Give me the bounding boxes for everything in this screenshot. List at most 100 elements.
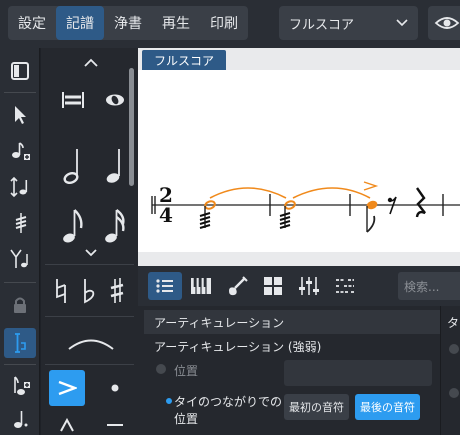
articulation-subsection-label: アーティキュレーション (強弱)	[154, 340, 322, 354]
panel-toggle-button[interactable]	[4, 56, 36, 86]
mixer-tab[interactable]	[292, 272, 326, 300]
position-field[interactable]	[284, 360, 432, 386]
secondary-toggle-1[interactable]	[449, 344, 459, 354]
palette-scrollbar[interactable]	[129, 68, 134, 186]
eye-icon	[434, 17, 460, 29]
score-tab[interactable]: フルスコア	[142, 50, 227, 70]
inspector-search-input[interactable]: 検索...	[398, 272, 460, 300]
note-add-icon	[12, 142, 30, 160]
natural-button[interactable]	[47, 270, 75, 312]
slur-icon	[68, 339, 114, 350]
cursor-arrow-icon	[15, 106, 26, 124]
inspector-toolbar: 検索...	[138, 266, 460, 306]
note-3-selected[interactable]	[363, 181, 379, 233]
accent-icon	[58, 380, 77, 396]
sharp-button[interactable]	[103, 270, 131, 312]
sequence-list-icon	[336, 279, 354, 293]
quarter-note-button[interactable]	[97, 144, 133, 188]
tab-write[interactable]: 記譜	[56, 6, 104, 40]
secondary-panel-title: タ	[447, 316, 460, 330]
dotted-note-icon	[14, 411, 28, 428]
flat-icon	[84, 279, 95, 304]
position-label: 位置	[174, 364, 199, 378]
position-toggle[interactable]	[156, 364, 166, 374]
chevron-down-icon	[85, 249, 97, 257]
tie-position-toggle[interactable]	[164, 396, 174, 406]
chevron-down-icon	[396, 19, 408, 27]
flat-button[interactable]	[75, 270, 103, 312]
eighth-note-icon	[63, 209, 83, 243]
layout-tab[interactable]	[256, 272, 290, 300]
half-note-button[interactable]	[55, 144, 91, 188]
insert-note-button[interactable]	[4, 370, 36, 400]
tie-1[interactable]	[209, 187, 287, 199]
tie-position-label: タイのつながりでの位置	[174, 395, 283, 426]
last-note-option[interactable]: 最後の音符	[355, 394, 420, 420]
secondary-inspector-panel: タ	[440, 306, 460, 435]
tie-2[interactable]	[292, 187, 371, 199]
guitar-icon	[229, 276, 248, 296]
whole-note-button[interactable]	[97, 84, 133, 116]
top-bar: 設定 記譜 浄書 再生 印刷 フルスコア	[0, 0, 460, 48]
secondary-toggle-2[interactable]	[449, 388, 459, 398]
lock-button[interactable]	[4, 290, 36, 320]
score-layout-select[interactable]: フルスコア	[279, 6, 418, 40]
mixer-sliders-icon	[299, 277, 319, 295]
eighth-note-button[interactable]	[55, 204, 91, 248]
caret-mode-button[interactable]	[4, 328, 36, 358]
keyboard-tab[interactable]	[184, 272, 218, 300]
sixteenth-note-icon	[105, 209, 125, 243]
accent-button[interactable]	[49, 370, 85, 406]
panel-toggle-icon	[11, 62, 29, 80]
scroll-down-button[interactable]	[79, 246, 103, 260]
left-toolbar	[0, 48, 40, 435]
marcato-button[interactable]	[51, 414, 83, 435]
properties-tab[interactable]	[148, 272, 182, 300]
tenuto-icon	[107, 423, 123, 426]
tenuto-button[interactable]	[99, 414, 131, 435]
pitch-updown-icon	[10, 176, 28, 198]
tab-play[interactable]: 再生	[152, 6, 200, 40]
note-1[interactable]	[199, 200, 216, 229]
half-note-icon	[63, 149, 79, 184]
list-icon	[156, 279, 173, 293]
inspector-panel: アーティキュレーション アーティキュレーション (強弱) 位置 タイのつながりで…	[138, 306, 440, 435]
voice-tool-button[interactable]	[4, 244, 36, 274]
staccato-button[interactable]	[97, 370, 133, 406]
score-area: フルスコア 2 4	[138, 48, 460, 266]
time-signature-denominator: 4	[159, 203, 173, 227]
scroll-up-button[interactable]	[79, 52, 103, 72]
dotted-note-button[interactable]	[4, 404, 36, 434]
chevron-up-icon	[84, 58, 98, 67]
select-tool-button[interactable]	[4, 100, 36, 130]
quarter-rest[interactable]	[415, 187, 426, 218]
tab-print[interactable]: 印刷	[200, 6, 248, 40]
score-layout-value: フルスコア	[289, 17, 355, 33]
view-options-button[interactable]	[428, 6, 460, 40]
quarter-note-icon	[106, 149, 120, 183]
sixteenth-note-button[interactable]	[97, 204, 133, 248]
notation-palette	[41, 48, 138, 435]
pitch-tool-button[interactable]	[4, 172, 36, 202]
score-page[interactable]: 2 4	[138, 70, 460, 252]
tremolo-tool-button[interactable]	[4, 208, 36, 238]
sharp-icon	[110, 278, 124, 303]
staccato-icon	[111, 384, 119, 392]
first-note-option[interactable]: 最初の音符	[284, 394, 349, 420]
note-insert-icon	[14, 376, 30, 395]
marcato-icon	[60, 417, 74, 431]
accent-mark	[363, 181, 379, 191]
articulation-section-header[interactable]: アーティキュレーション	[144, 310, 440, 334]
tremolo-icon	[15, 213, 27, 233]
tab-engrave[interactable]: 浄書	[104, 6, 152, 40]
slur-button[interactable]	[61, 328, 121, 358]
breve-note-button[interactable]	[55, 84, 91, 116]
music-staff: 2 4	[151, 181, 460, 233]
note-input-button[interactable]	[4, 136, 36, 166]
note-2[interactable]	[279, 200, 296, 229]
sequence-tab[interactable]	[328, 272, 362, 300]
fretboard-tab[interactable]	[220, 272, 254, 300]
tab-setup[interactable]: 設定	[8, 6, 56, 40]
natural-icon	[56, 279, 66, 303]
breve-icon	[62, 92, 84, 108]
